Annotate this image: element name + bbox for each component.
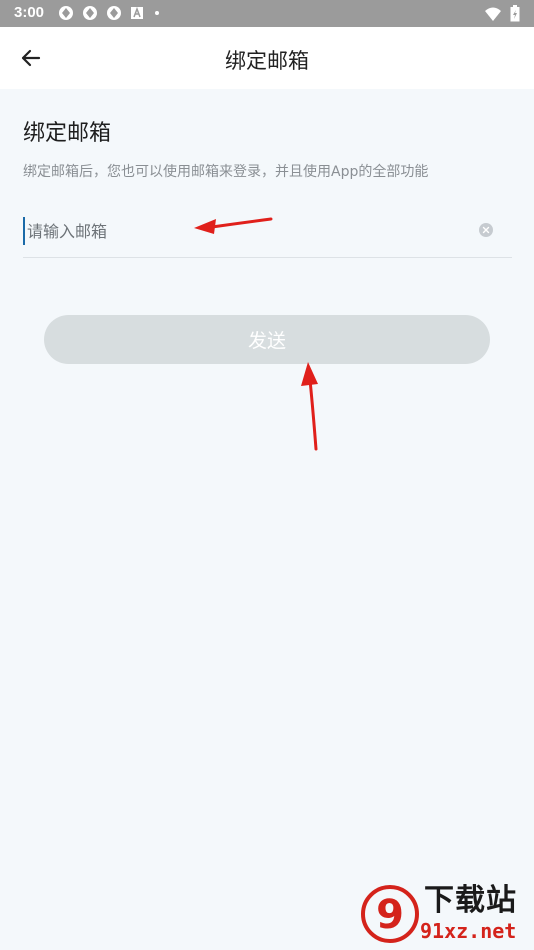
watermark: 9 下载站 91xz.net xyxy=(360,884,530,948)
wifi-icon xyxy=(485,7,501,21)
battery-icon xyxy=(510,5,520,22)
svg-text:9: 9 xyxy=(376,892,404,938)
watermark-logo: 9 xyxy=(361,885,419,943)
email-input[interactable] xyxy=(23,217,467,245)
clear-button[interactable] xyxy=(479,223,493,237)
watermark-text-bottom: 91xz.net xyxy=(420,919,517,943)
section-heading: 绑定邮箱 xyxy=(23,121,112,146)
app-notification-icon xyxy=(59,6,73,20)
font-notification-icon xyxy=(131,6,143,19)
email-field-row xyxy=(23,207,512,258)
status-time: 3:00 xyxy=(14,4,45,21)
watermark-text-top: 下载站 xyxy=(424,883,517,918)
main-content: 绑定邮箱 绑定邮箱后，您也可以使用邮箱来登录，并且使用App的全部功能 发送 xyxy=(0,89,534,950)
app-notification-icon xyxy=(83,6,97,20)
app-bar: 绑定邮箱 xyxy=(0,27,534,89)
clear-circle-icon xyxy=(482,226,490,234)
send-button[interactable]: 发送 xyxy=(44,315,490,364)
section-description: 绑定邮箱后，您也可以使用邮箱来登录，并且使用App的全部功能 xyxy=(23,164,429,180)
system-icons xyxy=(484,5,520,22)
app-notification-icon xyxy=(107,6,121,20)
status-bar: 3:00 xyxy=(0,0,534,27)
page-title: 绑定邮箱 xyxy=(225,49,309,73)
notification-icons xyxy=(58,5,162,21)
dot-icon xyxy=(155,11,159,15)
